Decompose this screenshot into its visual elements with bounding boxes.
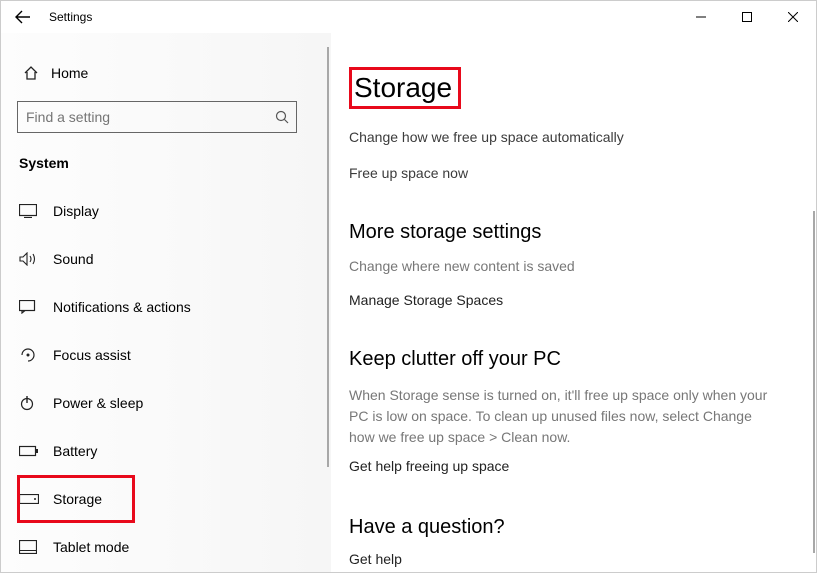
keep-clutter-header: Keep clutter off your PC (349, 348, 798, 371)
main-panel: Storage Change how we free up space auto… (331, 33, 816, 572)
home-label: Home (45, 65, 88, 81)
power-icon (19, 395, 49, 411)
arrow-left-icon (15, 9, 31, 25)
search-input[interactable] (18, 109, 268, 125)
sidebar-scrollbar[interactable] (327, 47, 329, 467)
maximize-button[interactable] (724, 1, 770, 33)
nav-label: Battery (49, 443, 97, 459)
sidebar-item-power-sleep[interactable]: Power & sleep (17, 379, 331, 427)
keep-clutter-link[interactable]: Get help freeing up space (349, 458, 798, 474)
minimize-button[interactable] (678, 1, 724, 33)
nav-label: Notifications & actions (49, 299, 191, 315)
focus-assist-icon (19, 347, 49, 363)
battery-icon (19, 445, 49, 457)
sidebar-item-battery[interactable]: Battery (17, 427, 331, 475)
sound-icon (19, 252, 49, 266)
window-title: Settings (45, 10, 92, 24)
sidebar-group-header: System (17, 155, 331, 171)
more-storage-header: More storage settings (349, 221, 798, 244)
titlebar: Settings (1, 1, 816, 33)
sidebar-item-notifications[interactable]: Notifications & actions (17, 283, 331, 331)
manage-storage-spaces[interactable]: Manage Storage Spaces (349, 292, 798, 308)
maximize-icon (742, 12, 752, 22)
sidebar-item-tablet-mode[interactable]: Tablet mode (17, 523, 331, 571)
close-button[interactable] (770, 1, 816, 33)
keep-clutter-desc: When Storage sense is turned on, it'll f… (349, 385, 779, 448)
notifications-icon (19, 300, 49, 314)
nav-label: Focus assist (49, 347, 131, 363)
question-header: Have a question? (349, 516, 798, 539)
close-icon (788, 12, 798, 22)
back-button[interactable] (1, 1, 45, 33)
nav-label: Sound (49, 251, 93, 267)
get-help-link[interactable]: Get help (349, 551, 798, 567)
search-box[interactable] (17, 101, 297, 133)
nav-label: Tablet mode (49, 539, 129, 555)
sidebar-item-sound[interactable]: Sound (17, 235, 331, 283)
home-icon (17, 65, 45, 81)
window-controls (678, 1, 816, 33)
page-title: Storage (354, 72, 452, 104)
sidebar-item-storage[interactable]: Storage (17, 475, 135, 523)
search-icon (268, 110, 296, 124)
sidebar-item-home[interactable]: Home (17, 53, 331, 93)
sidebar-item-display[interactable]: Display (17, 187, 331, 235)
tablet-icon (19, 540, 49, 554)
page-title-highlight: Storage (349, 67, 461, 109)
minimize-icon (696, 12, 706, 22)
more-storage-sub[interactable]: Change where new content is saved (349, 258, 798, 274)
main-scrollbar[interactable] (813, 211, 815, 553)
link-free-now[interactable]: Free up space now (349, 165, 798, 181)
sidebar: Home System Display Sound Notifications … (1, 33, 331, 572)
link-change-auto[interactable]: Change how we free up space automaticall… (349, 129, 798, 145)
nav-label: Power & sleep (49, 395, 143, 411)
sidebar-item-focus-assist[interactable]: Focus assist (17, 331, 331, 379)
nav-label: Storage (49, 491, 102, 507)
display-icon (19, 204, 49, 218)
storage-icon (19, 494, 49, 504)
nav-label: Display (49, 203, 99, 219)
